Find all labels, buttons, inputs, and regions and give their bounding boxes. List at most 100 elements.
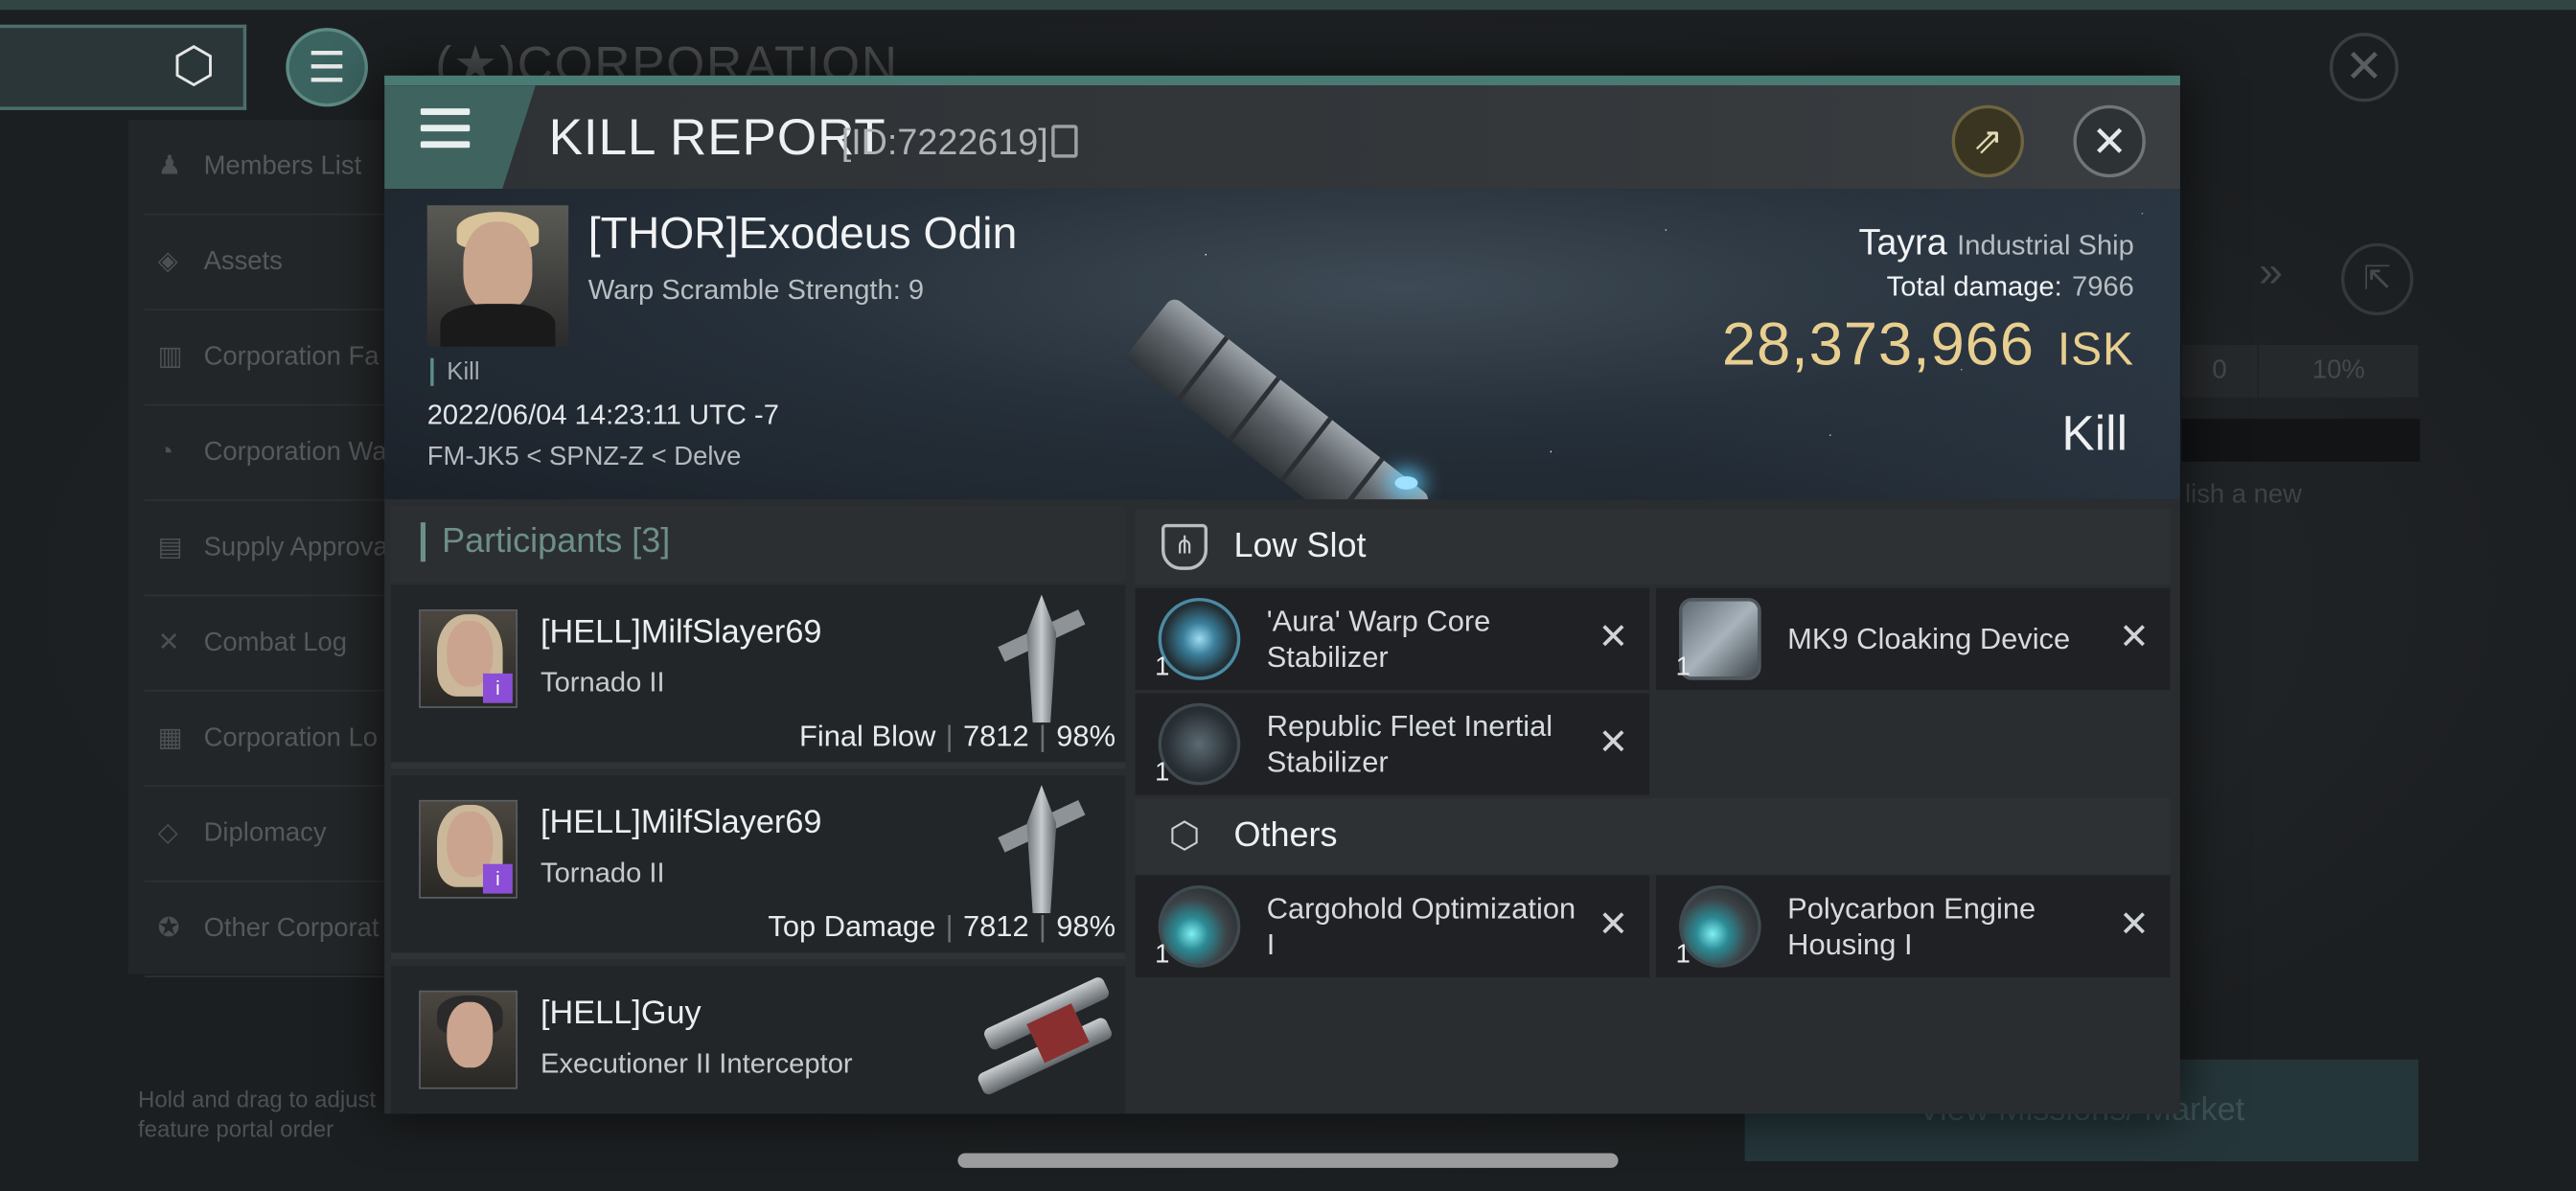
share-icon: ⇗	[1972, 120, 2004, 162]
close-button[interactable]: ✕	[2073, 104, 2146, 178]
inertial-stabilizer-icon	[1158, 702, 1241, 786]
cube-icon[interactable]: ⬡	[164, 37, 223, 97]
sidebar-item-wallet[interactable]: ◔ Corporation Wa	[144, 405, 392, 501]
destroyed-x-icon: ✕	[2119, 615, 2150, 657]
background-percent: 10%	[2259, 345, 2419, 398]
participant-stats: Final Blow | 7812 | 98%	[799, 719, 1116, 753]
ship-image	[994, 785, 1092, 914]
supply-icon: ▤	[157, 534, 183, 562]
participant-row[interactable]: i [HELL]MilfSlayer69 Tornado II Final Bl…	[391, 584, 1126, 769]
module-name: 'Aura' Warp Core Stabilizer	[1266, 604, 1491, 674]
participant-percent: 98%	[1056, 909, 1116, 944]
dialog-header: KILL REPORT [ID:7222619] ⇗ ✕	[384, 85, 2180, 190]
participant-avatar[interactable]: i	[419, 799, 518, 899]
module-name: Cargohold Optimization I	[1266, 891, 1576, 961]
participants-panel: Participants [3] i [HELL]MilfSlayer69 To…	[391, 506, 1126, 1114]
info-badge-icon: i	[483, 863, 513, 894]
victim-summary: [THOR]Exodeus Odin Warp Scramble Strengt…	[384, 189, 2180, 500]
sidebar-item-corp-log[interactable]: ▦ Corporation Lo	[144, 692, 392, 788]
sidebar-item-label: Corporation Fa	[203, 343, 380, 372]
victim-ship: Tayra Industrial Ship	[1858, 221, 2133, 264]
background-value: 0	[2181, 345, 2258, 398]
result-label: Kill	[2061, 407, 2128, 462]
victim-avatar[interactable]	[426, 205, 569, 347]
participant-name: [HELL]MilfSlayer69	[540, 614, 822, 651]
sidebar-item-supply[interactable]: ▤ Supply Approva	[144, 501, 392, 597]
module-item[interactable]: 1 'Aura' Warp Core Stabilizer ✕	[1135, 587, 1650, 691]
background-hint: Hold and drag to adjust feature portal o…	[138, 1086, 377, 1142]
fittings-panel: ⋔ Low Slot 1 'Aura' Warp Core Stabilizer…	[1132, 506, 2174, 1114]
background-text: lish a new	[2185, 481, 2303, 510]
sidebar-item-combat-log[interactable]: ✕ Combat Log	[144, 596, 392, 692]
total-damage: Total damage: 7966	[1887, 271, 2134, 304]
sidebar-item-facilities[interactable]: ▥ Corporation Fa	[144, 310, 392, 406]
main-menu-button[interactable]: ☰	[286, 28, 369, 107]
info-badge-icon: i	[483, 673, 513, 703]
home-indicator[interactable]	[957, 1153, 1619, 1168]
combat-log-icon: ✕	[157, 629, 180, 657]
destroyed-x-icon: ✕	[1598, 903, 1629, 945]
warp-core-stabilizer-icon	[1158, 598, 1241, 680]
module-quantity: 1	[1675, 941, 1690, 970]
participant-avatar[interactable]	[419, 990, 518, 1089]
other-corp-icon: ✪	[157, 914, 180, 944]
sidebar-item-label: Assets	[203, 247, 283, 277]
share-button[interactable]: ⇗	[1951, 104, 2025, 178]
external-link-icon[interactable]: ⇱	[2340, 242, 2414, 316]
module-item[interactable]: 1 Polycarbon Engine Housing I ✕	[1656, 875, 2171, 978]
module-quantity: 1	[1675, 653, 1690, 682]
copy-icon[interactable]	[1051, 125, 1078, 158]
dialog-title: KILL REPORT	[548, 108, 886, 167]
assets-icon: ◈	[157, 247, 178, 277]
chevron-right-icon[interactable]: »	[2259, 246, 2283, 297]
participant-damage: 7812	[962, 909, 1029, 944]
participant-stats: Top Damage | 7812 | 98%	[768, 909, 1116, 944]
total-damage-label: Total damage:	[1886, 270, 2062, 303]
victim-ship-image[interactable]	[1124, 205, 1453, 500]
others-header: ⬡ Others	[1135, 798, 2171, 875]
module-item[interactable]: 1 Cargohold Optimization I ✕	[1135, 875, 1650, 978]
kill-tag: Kill	[430, 357, 480, 386]
sidebar-item-diplomacy[interactable]: ◇ Diplomacy	[144, 787, 392, 882]
top-accent-line	[0, 0, 2576, 11]
module-quantity: 1	[1155, 941, 1170, 970]
module-item[interactable]: 1 MK9 Cloaking Device ✕	[1656, 587, 2171, 691]
close-icon: ✕	[2091, 116, 2128, 167]
report-id: [ID:7222619]	[840, 121, 1048, 163]
participants-header: Participants [3]	[391, 506, 1126, 582]
background-sidebar: ♟ Members List ◈ Assets ▥ Corporation Fa ◔ C…	[127, 120, 392, 978]
low-slot-icon: ⋔	[1162, 523, 1208, 570]
sidebar-item-label: Supply Approva	[203, 534, 388, 562]
cloaking-device-icon	[1679, 598, 1761, 680]
sidebar-item-label: Members List	[203, 152, 362, 181]
module-item[interactable]: 1 Republic Fleet Inertial Stabilizer ✕	[1135, 693, 1650, 795]
facilities-icon: ▥	[157, 343, 183, 372]
sidebar-item-label: Diplomacy	[203, 819, 327, 848]
module-name: Republic Fleet Inertial Stabilizer	[1266, 709, 1553, 779]
destroyed-x-icon: ✕	[2119, 903, 2150, 945]
participant-percent: 98%	[1056, 719, 1116, 753]
participant-ship: Tornado II	[540, 857, 665, 889]
low-slot-header: ⋔ Low Slot	[1135, 509, 2171, 585]
victim-name[interactable]: [THOR]Exodeus Odin	[588, 209, 1018, 260]
sidebar-item-label: Other Corporat	[203, 914, 380, 944]
members-icon: ♟	[157, 152, 182, 181]
sidebar-item-other-corp[interactable]: ✪ Other Corporat	[144, 882, 392, 978]
participant-row[interactable]: i [HELL]MilfSlayer69 Tornado II Top Dama…	[391, 775, 1126, 960]
sidebar-item-label: Corporation Wa	[203, 438, 387, 467]
sidebar-item-label: Combat Log	[203, 629, 348, 657]
participant-row[interactable]: [HELL]Guy Executioner II Interceptor	[391, 966, 1126, 1114]
background-close-icon[interactable]: ✕	[2329, 33, 2399, 103]
dialog-menu-button[interactable]	[384, 85, 536, 190]
background-bar	[2181, 419, 2421, 462]
kill-location[interactable]: FM-JK5 < SPNZ-Z < Delve	[427, 444, 742, 473]
participant-role: Top Damage	[768, 909, 936, 944]
isk-unit: ISK	[2057, 323, 2134, 375]
wallet-icon: ◔	[157, 438, 174, 467]
ship-name[interactable]: Tayra	[1858, 221, 1946, 263]
warp-scramble-strength: Warp Scramble Strength: 9	[587, 274, 925, 306]
participant-avatar[interactable]: i	[419, 609, 518, 708]
ship-image	[968, 974, 1119, 1097]
sidebar-item-members[interactable]: ♟ Members List	[144, 120, 392, 216]
sidebar-item-assets[interactable]: ◈ Assets	[144, 216, 392, 311]
